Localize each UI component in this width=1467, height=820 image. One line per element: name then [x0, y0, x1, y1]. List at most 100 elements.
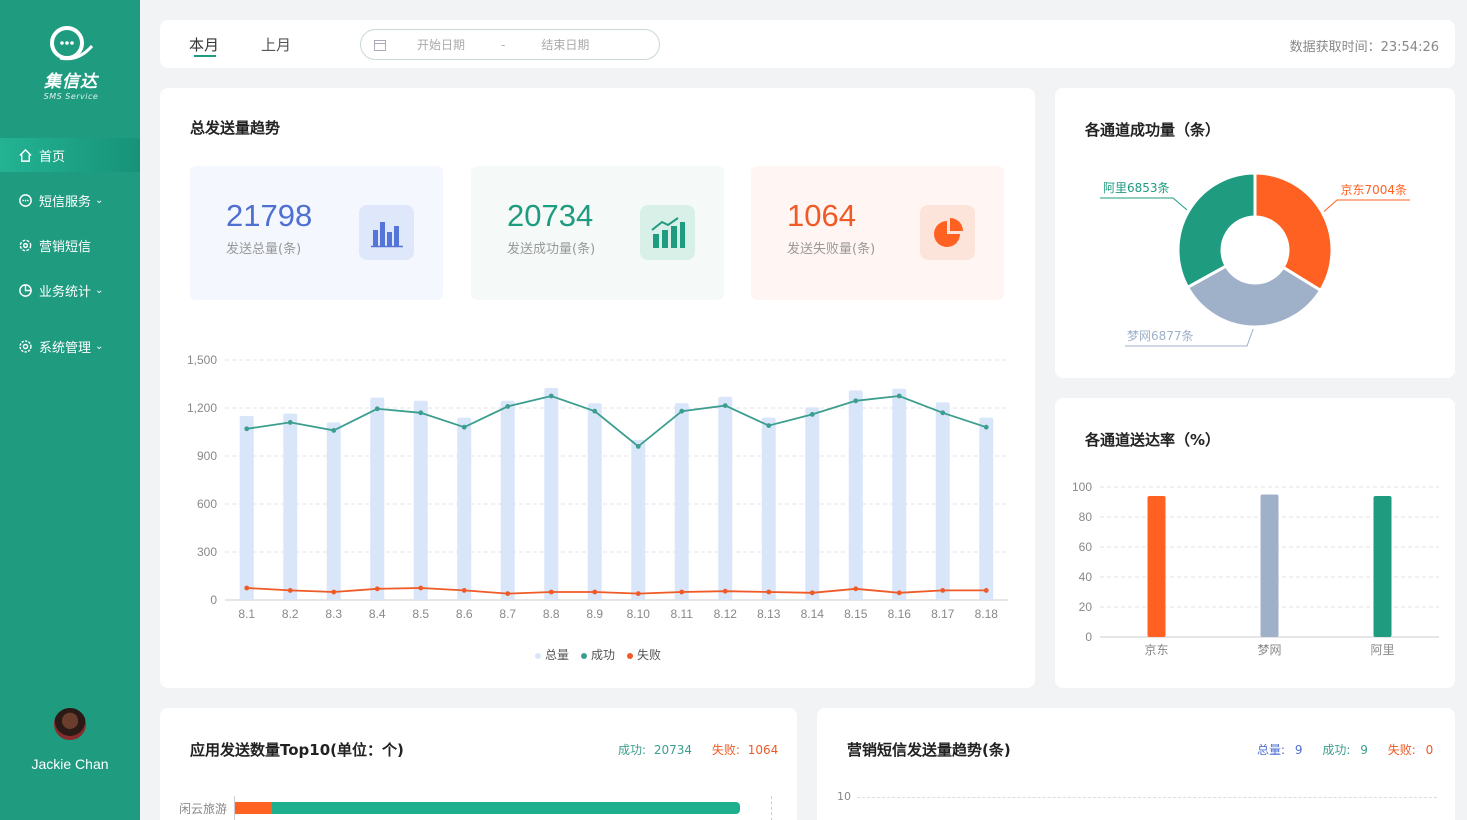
point-success	[766, 423, 772, 428]
app-success-value: 20734	[653, 743, 693, 757]
point-fail	[983, 588, 989, 593]
point-fail	[244, 585, 250, 591]
point-success	[896, 393, 902, 399]
y-tick-label: 1,200	[187, 401, 217, 415]
user-name: Jackie Chan	[31, 756, 109, 772]
channel-rate-card: 各通道送达率（%） 0 20 40 60 80 100 京东 梦网 阿里	[1055, 398, 1455, 688]
date-start-input[interactable]: 开始日期	[417, 36, 465, 53]
bar-total	[587, 403, 602, 600]
trend-legend: 总量 成功 失败	[535, 646, 661, 663]
y-tick-label: 80	[1079, 510, 1093, 524]
user-profile[interactable]: Jackie Chan	[0, 706, 140, 772]
y-tick-label: 100	[1072, 480, 1092, 494]
point-success	[287, 420, 293, 425]
brand-sub: SMS Service	[43, 92, 99, 101]
point-fail	[940, 588, 946, 593]
y-tick-label: 900	[197, 449, 217, 463]
mkt-total-label: 总量:	[1257, 743, 1286, 757]
x-tick-label: 8.18	[975, 607, 999, 621]
point-fail	[896, 590, 902, 596]
nav-item-marketing-sms[interactable]: 营销短信	[0, 228, 152, 262]
app-fail-label: 失败:	[711, 743, 740, 757]
date-separator: -	[501, 37, 506, 52]
point-success	[722, 403, 728, 408]
brand-logo[interactable]: 集信达 SMS Service	[38, 24, 104, 101]
mkt-fail-label: 失败:	[1387, 743, 1416, 757]
tab-last-month[interactable]: 上月	[261, 34, 291, 55]
marketing-trend-card: 营销短信发送量趋势(条) 总量: 9 成功: 9 失败: 0 10	[817, 708, 1455, 820]
pie-label: 阿里6853条	[1103, 181, 1170, 195]
point-success	[244, 426, 250, 432]
y-tick-label: 0	[1085, 630, 1092, 644]
nav-label: 业务统计	[39, 284, 92, 300]
point-success	[374, 406, 380, 412]
bar-total	[500, 400, 515, 600]
bar-total	[283, 413, 298, 600]
chart-pie-icon	[19, 283, 32, 297]
bar-total	[979, 417, 994, 600]
point-fail	[853, 586, 859, 592]
point-fail	[461, 588, 467, 593]
date-range-picker[interactable]: 开始日期 - 结束日期	[360, 29, 660, 60]
chevron-down-icon: ⌄	[95, 194, 104, 206]
legend-success[interactable]: 成功	[581, 646, 615, 663]
calendar-icon	[374, 39, 386, 51]
x-tick-label: 京东	[1144, 643, 1168, 657]
legend-fail[interactable]: 失败	[627, 646, 661, 663]
chevron-down-icon: ⌄	[95, 340, 104, 352]
point-success	[418, 410, 424, 416]
bar-total	[326, 422, 341, 600]
sidebar: 集信达 SMS Service 首页 短信服务 ⌄ 营销短信 业务统计 ⌄ 系统…	[0, 0, 152, 820]
point-success	[853, 398, 859, 404]
filter-bar: 本月 上月 开始日期 - 结束日期 数据获取时间：23:54:26	[160, 20, 1455, 68]
nav-item-sms-service[interactable]: 短信服务 ⌄	[0, 183, 152, 217]
trend-chart: 0 300 600 900 1,200 1,500 8.1 8.2 8.3 8.4 8.5 8.6 8.…	[187, 353, 1008, 621]
bar-total	[805, 407, 820, 600]
x-tick-label: 8.10	[627, 607, 651, 621]
y-tick-label: 20	[1079, 600, 1093, 614]
avatar[interactable]	[52, 706, 88, 742]
y-tick-label: 1,500	[187, 353, 217, 367]
y-tick-label: 600	[197, 497, 217, 511]
bar-total	[370, 397, 385, 600]
app-fail-value: 1064	[747, 743, 779, 757]
point-fail	[287, 588, 293, 593]
x-tick-label: 8.17	[931, 607, 955, 621]
settings-icon	[19, 339, 32, 353]
point-success	[592, 408, 598, 414]
nav-item-business-stats[interactable]: 业务统计 ⌄	[0, 273, 152, 307]
bar-total	[413, 400, 428, 600]
point-success	[983, 424, 989, 430]
pie-slice	[1176, 171, 1257, 290]
pie-label: 梦网6877条	[1127, 329, 1194, 343]
nav-label: 系统管理	[39, 340, 92, 356]
bar-total	[718, 396, 733, 600]
nav-item-system-admin[interactable]: 系统管理 ⌄	[0, 329, 152, 363]
nav-item-home[interactable]: 首页	[0, 138, 152, 172]
bar-total	[935, 402, 950, 600]
channel-pie-chart: 京东7004条梦网6877条 阿里6853条	[1100, 171, 1410, 347]
point-fail	[722, 588, 728, 594]
point-success	[940, 410, 946, 416]
app-axis-end	[771, 796, 772, 820]
point-fail	[548, 589, 554, 595]
channel-rate-chart: 0 20 40 60 80 100 京东 梦网 阿里	[1072, 480, 1439, 657]
x-tick-label: 8.13	[757, 607, 781, 621]
date-end-input[interactable]: 结束日期	[541, 36, 589, 53]
gear-icon	[19, 239, 32, 251]
point-fail	[766, 589, 772, 595]
mkt-summary: 总量: 9 成功: 9 失败: 0	[1257, 741, 1433, 758]
x-tick-label: 8.16	[888, 607, 912, 621]
tab-this-month[interactable]: 本月	[189, 34, 219, 55]
y-tick-label: 0	[210, 593, 217, 607]
bar-total	[892, 388, 907, 600]
chevron-down-icon: ⌄	[95, 284, 104, 296]
bar-total	[457, 417, 472, 600]
legend-total[interactable]: 总量	[535, 646, 569, 663]
point-fail	[592, 589, 598, 595]
app-summary: 成功: 20734 失败: 1064	[618, 741, 778, 758]
bar-total	[848, 390, 863, 600]
bar-total	[239, 416, 254, 600]
app-fail-bar	[235, 802, 272, 814]
app-success-label: 成功:	[618, 743, 647, 757]
